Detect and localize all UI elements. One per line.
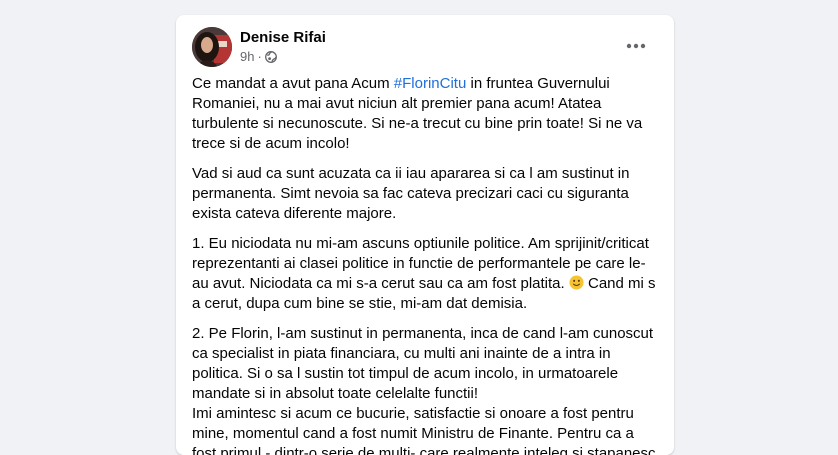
smiling-face-emoji [569, 275, 584, 290]
p4-line-1: 2. Pe Florin, l-am sustinut in permanent… [192, 325, 654, 402]
paragraph-2: Vad si aud ca sunt acuzata ca ii iau apa… [192, 165, 630, 222]
paragraph-1: Ce mandat a avut pana Acum #FlorinCitu i… [192, 74, 658, 154]
more-options-icon[interactable] [622, 35, 650, 57]
post-card: Denise Rifai 9h · Ce mandat a avut pana … [176, 15, 674, 455]
paragraph-4: 2. Pe Florin, l-am sustinut in permanent… [192, 324, 658, 455]
globe-icon[interactable] [264, 50, 277, 63]
post-text: Ce mandat a avut pana Acum #FlorinCitu i… [192, 74, 658, 455]
post-header: Denise Rifai 9h · [192, 27, 658, 69]
p1-text-before: Ce mandat a avut pana Acum [192, 75, 394, 92]
avatar[interactable] [192, 27, 232, 67]
post-time[interactable]: 9h [240, 49, 254, 64]
paragraph-3: 1. Eu niciodata nu mi-am ascuns optiunil… [192, 234, 658, 314]
author-name[interactable]: Denise Rifai [240, 29, 326, 46]
meta-separator: · [257, 49, 262, 64]
p4-line-2: Imi amintesc si acum ce bucurie, satisfa… [192, 405, 656, 455]
hashtag-link[interactable]: #FlorinCitu [394, 75, 467, 92]
post-meta: 9h · [240, 49, 277, 64]
